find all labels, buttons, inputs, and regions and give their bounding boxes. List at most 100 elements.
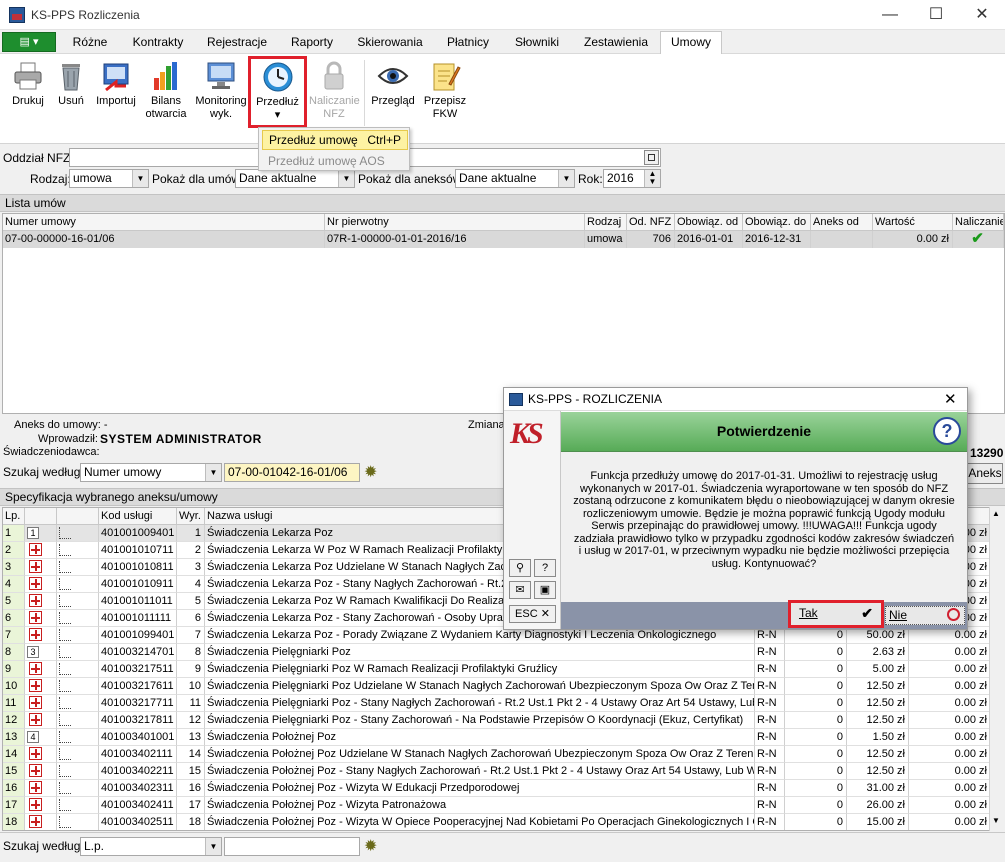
gear-search-icon[interactable]: ✹ bbox=[364, 836, 377, 856]
dialog-close-icon[interactable]: ✕ bbox=[944, 390, 957, 408]
row-badge: 1 bbox=[25, 525, 57, 542]
service-code: 401001011111 bbox=[99, 610, 177, 627]
table-row[interactable]: 17 401003402411 17 Świadczenia Położnej Poz… bbox=[3, 797, 989, 814]
column-header[interactable]: Kod usługi bbox=[99, 508, 177, 525]
table-row[interactable]: 11 401003217711 11 Świadczenia Pielęgniarki… bbox=[3, 695, 989, 712]
mail-icon[interactable]: ✉ bbox=[509, 581, 531, 599]
service-code: 401003401001 bbox=[99, 729, 177, 746]
annex-button[interactable]: Aneks bbox=[967, 463, 1003, 484]
column-header[interactable]: Obowiąz. od bbox=[675, 214, 743, 231]
tab-slowniki[interactable]: Słowniki bbox=[506, 34, 568, 54]
tab-umowy[interactable]: Umowy bbox=[660, 31, 722, 54]
service-wyr: 15 bbox=[177, 763, 205, 780]
dialog-message: Funkcja przedłuży umowę do 2017-01-31. U… bbox=[561, 452, 967, 602]
column-header[interactable]: Lp. bbox=[3, 508, 25, 525]
tab-skierowania[interactable]: Skierowania bbox=[350, 34, 430, 54]
tab-zestawienia[interactable]: Zestawienia bbox=[578, 34, 654, 54]
column-header[interactable]: Nr pierwotny bbox=[325, 214, 585, 231]
yes-button[interactable]: Tak ✔ bbox=[788, 600, 884, 628]
scroll-down-icon[interactable]: ▼ bbox=[992, 816, 1000, 825]
service-qty: 0 bbox=[785, 661, 847, 678]
close-icon: ✕ bbox=[540, 608, 550, 620]
no-button[interactable]: Nie bbox=[885, 606, 965, 625]
close-button[interactable]: ✕ bbox=[959, 0, 1005, 30]
table-row[interactable]: 12 401003217811 12 Świadczenia Pielęgniarki… bbox=[3, 712, 989, 729]
table-row[interactable]: 16 401003402311 16 Świadczenia Położnej Poz… bbox=[3, 780, 989, 797]
tab-raporty[interactable]: Raporty bbox=[284, 34, 340, 54]
service-name: Świadczenia Pielęgniarki Poz - Stany Nag… bbox=[205, 695, 755, 712]
column-header[interactable]: Wyr. bbox=[177, 508, 205, 525]
service-total: 0.00 zł bbox=[909, 746, 989, 763]
balance-button[interactable]: Bilans otwarcia bbox=[142, 58, 190, 138]
contracts-table[interactable]: Numer umowy Nr pierwotny Rodzaj Od. NFZ … bbox=[2, 213, 1005, 414]
column-header[interactable]: Rodzaj bbox=[585, 214, 627, 231]
bottom-search-input[interactable] bbox=[224, 837, 360, 856]
menu-item-extend-contract[interactable]: Przedłuż umowę Ctrl+P bbox=[262, 130, 408, 150]
row-number: 14 bbox=[3, 746, 25, 763]
bar-chart-icon bbox=[150, 60, 182, 92]
monitoring-button[interactable]: Monitoring wyk. bbox=[194, 58, 248, 138]
column-header[interactable]: Obowiąz. do bbox=[743, 214, 811, 231]
branch-picker-button[interactable] bbox=[644, 150, 659, 165]
column-header[interactable] bbox=[25, 508, 57, 525]
table-row[interactable]: 10 401003217611 10 Świadczenia Pielęgniarki… bbox=[3, 678, 989, 695]
service-wyr: 3 bbox=[177, 559, 205, 576]
tab-kontrakty[interactable]: Kontrakty bbox=[126, 34, 190, 54]
search-input[interactable]: 07-00-01042-16-01/06 bbox=[224, 463, 360, 482]
contracts-section-header: Lista umów bbox=[0, 194, 1005, 212]
minimize-button[interactable]: — bbox=[867, 0, 913, 30]
column-header[interactable] bbox=[57, 508, 99, 525]
tab-platnicy[interactable]: Płatnicy bbox=[440, 34, 496, 54]
bottom-search-select[interactable]: L.p. ▼ bbox=[80, 837, 222, 856]
gear-search-icon[interactable]: ✹ bbox=[364, 462, 377, 482]
app-icon bbox=[9, 7, 25, 23]
search-icon[interactable]: ⚲ bbox=[509, 559, 531, 577]
vertical-scrollbar[interactable]: ▲ ▼ bbox=[989, 507, 1005, 831]
app-menu-button[interactable]: ▤ ▾ bbox=[2, 32, 56, 52]
spinner-arrows-icon[interactable]: ▲ ▼ bbox=[644, 170, 660, 187]
scroll-up-icon[interactable]: ▲ bbox=[992, 509, 1000, 518]
column-header[interactable]: Wartość bbox=[873, 214, 953, 231]
annex-show-select[interactable]: Dane aktualne ▼ bbox=[455, 169, 575, 188]
service-rn: R-N bbox=[755, 814, 785, 830]
maximize-button[interactable]: ☐ bbox=[913, 0, 959, 30]
show-value: Dane aktualne bbox=[239, 171, 317, 185]
show-select[interactable]: Dane aktualne ▼ bbox=[235, 169, 355, 188]
tree-branch-icon bbox=[59, 714, 71, 726]
row-number: 8 bbox=[3, 644, 25, 661]
extend-button[interactable]: Przedłuż ▾ bbox=[248, 56, 307, 128]
search-field-select[interactable]: Numer umowy ▼ bbox=[80, 463, 222, 482]
column-header[interactable]: Numer umowy bbox=[3, 214, 325, 231]
table-row[interactable]: 18 401003402511 18 Świadczenia Położnej Poz… bbox=[3, 814, 989, 830]
tab-rejestracje[interactable]: Rejestracje bbox=[200, 34, 274, 54]
table-row[interactable]: 9 401003217511 9 Świadczenia Pielęgniarki P… bbox=[3, 661, 989, 678]
preview-button[interactable]: Przegląd bbox=[370, 58, 416, 138]
copy-fkw-button[interactable]: Przepisz FKW bbox=[420, 58, 470, 138]
table-row[interactable]: 13 4 401003401001 13 Świadczenia Położnej Po… bbox=[3, 729, 989, 746]
tree-branch-icon bbox=[59, 816, 71, 828]
checkmark-icon: ✔ bbox=[953, 231, 1004, 248]
service-price: 12.50 zł bbox=[847, 746, 909, 763]
esc-button[interactable]: ESC ✕ bbox=[509, 605, 556, 623]
table-row[interactable]: 15 401003402211 15 Świadczenia Położnej Poz… bbox=[3, 763, 989, 780]
help-small-button[interactable]: ? bbox=[534, 559, 556, 577]
type-select[interactable]: umowa ▼ bbox=[69, 169, 149, 188]
service-qty: 0 bbox=[785, 797, 847, 814]
delete-button[interactable]: Usuń bbox=[54, 58, 88, 138]
row-badge bbox=[25, 695, 57, 712]
service-code: 401003217811 bbox=[99, 712, 177, 729]
tree-branch-icon bbox=[59, 697, 71, 709]
screenshot-icon[interactable]: ▣ bbox=[534, 581, 556, 599]
column-header[interactable]: Naliczanie bbox=[953, 214, 1004, 231]
year-spinner[interactable]: 2016 ▲ ▼ bbox=[603, 169, 661, 188]
column-header[interactable]: Od. NFZ bbox=[627, 214, 675, 231]
column-header[interactable]: Aneks od bbox=[811, 214, 873, 231]
import-button[interactable]: Importuj bbox=[94, 58, 138, 138]
tab-rozne[interactable]: Różne bbox=[62, 34, 118, 54]
table-row[interactable]: 14 401003402111 14 Świadczenia Położnej Poz… bbox=[3, 746, 989, 763]
table-row[interactable]: 8 3 401003214701 8 Świadczenia Pielęgniarki … bbox=[3, 644, 989, 661]
help-icon[interactable]: ? bbox=[933, 417, 961, 445]
print-button[interactable]: Drukuj bbox=[6, 58, 50, 138]
service-total: 0.00 zł bbox=[909, 797, 989, 814]
numbered-badge-icon: 4 bbox=[27, 731, 39, 743]
